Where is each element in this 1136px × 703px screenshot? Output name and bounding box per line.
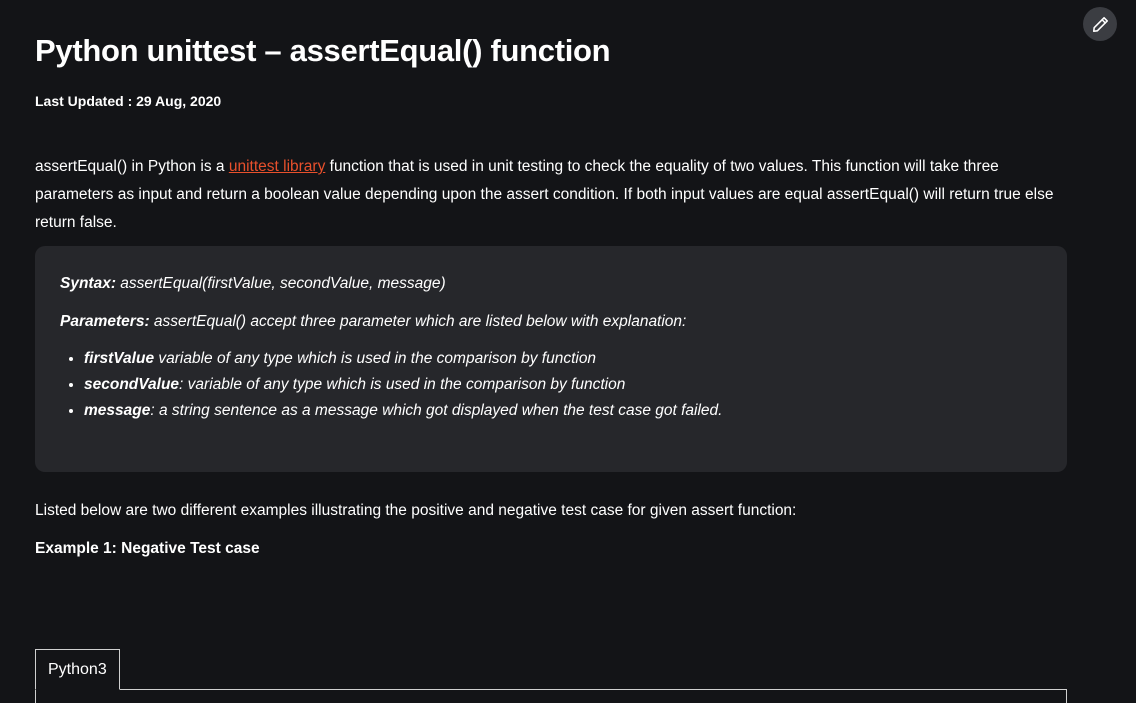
parameter-list: firstValue variable of any type which is… <box>60 346 1042 424</box>
article-page: Python unittest – assertEqual() function… <box>0 0 1136 703</box>
intro-paragraph: assertEqual() in Python is a unittest li… <box>35 153 1075 237</box>
examples-intro-text: Listed below are two different examples … <box>35 502 797 519</box>
page-title: Python unittest – assertEqual() function <box>35 33 611 68</box>
syntax-text: assertEqual(firstValue, secondValue, mes… <box>116 275 446 292</box>
param-name: message <box>84 402 151 419</box>
code-panel <box>35 689 1067 703</box>
example-heading: Example 1: Negative Test case <box>35 540 260 557</box>
last-updated: Last Updated : 29 Aug, 2020 <box>35 93 222 109</box>
syntax-label: Syntax: <box>60 275 116 292</box>
parameters-label: Parameters: <box>60 313 150 330</box>
param-desc: variable of any type which is used in th… <box>154 350 597 367</box>
syntax-box: Syntax: assertEqual(firstValue, secondVa… <box>35 246 1067 472</box>
list-item: message: a string sentence as a message … <box>84 398 1042 424</box>
param-name: secondValue <box>84 376 180 393</box>
param-name: firstValue <box>84 350 155 367</box>
tab-python3[interactable]: Python3 <box>35 649 120 690</box>
list-item: secondValue: variable of any type which … <box>84 372 1042 398</box>
param-desc: : a string sentence as a message which g… <box>150 402 723 419</box>
parameters-text: assertEqual() accept three parameter whi… <box>149 313 687 330</box>
intro-text-start: assertEqual() in Python is a <box>35 158 229 175</box>
syntax-line: Syntax: assertEqual(firstValue, secondVa… <box>60 272 1042 296</box>
list-item: firstValue variable of any type which is… <box>84 346 1042 372</box>
param-desc: : variable of any type which is used in … <box>179 376 626 393</box>
pencil-icon <box>1092 16 1108 32</box>
parameters-line: Parameters: assertEqual() accept three p… <box>60 310 1042 334</box>
unittest-library-link[interactable]: unittest library <box>229 158 325 175</box>
edit-button[interactable] <box>1083 7 1117 41</box>
